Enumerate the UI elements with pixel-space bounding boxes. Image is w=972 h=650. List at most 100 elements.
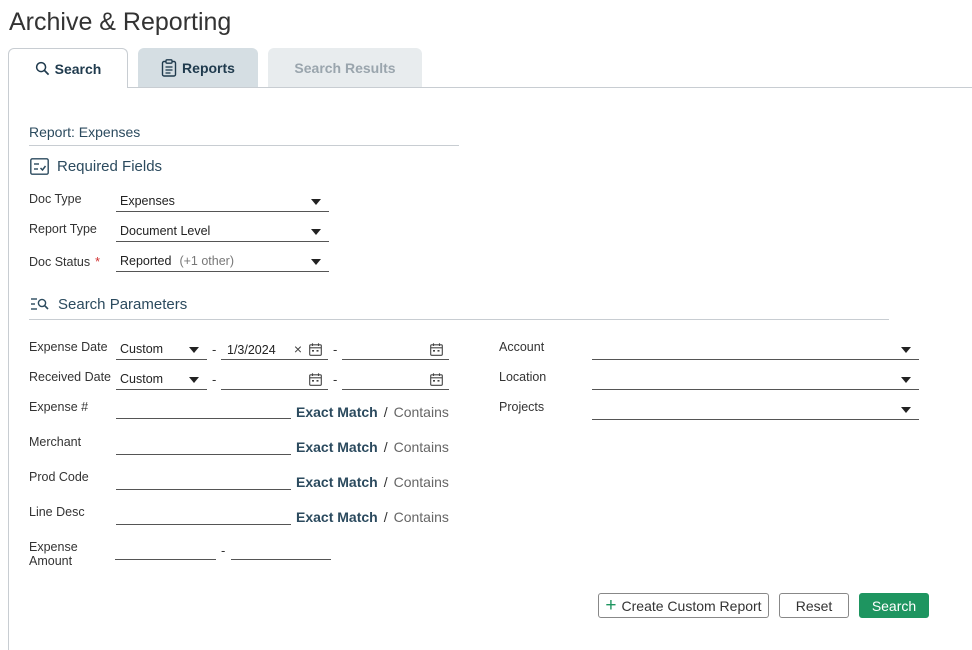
search-button[interactable]: Search [859, 593, 929, 618]
report-type-value: Document Level [120, 224, 211, 238]
exact-match-option[interactable]: Exact Match [296, 474, 378, 490]
merchant-input[interactable] [116, 435, 291, 455]
received-date-mode-value: Custom [120, 372, 164, 386]
doc-status-label-text: Doc Status [29, 255, 91, 269]
projects-select[interactable] [592, 399, 919, 420]
search-button-label: Search [871, 597, 917, 614]
create-custom-report-button[interactable]: + Create Custom Report [598, 593, 769, 618]
expense-amount-label: Expense Amount [29, 540, 78, 568]
contains-option[interactable]: Contains [394, 474, 449, 490]
received-date-from-input[interactable] [221, 370, 328, 390]
expense-date-from-input[interactable]: 1/3/2024 × [221, 340, 328, 360]
expense-date-from-value: 1/3/2024 [227, 342, 276, 357]
calendar-icon[interactable] [430, 343, 443, 356]
prod-code-label: Prod Code [29, 470, 89, 484]
expense-date-to-input[interactable] [342, 340, 449, 360]
chevron-down-icon [311, 229, 321, 235]
line-desc-input[interactable] [116, 505, 291, 525]
report-type-label: Report Type [29, 222, 97, 236]
report-title-divider [29, 145, 459, 146]
doc-status-value: Reported [120, 254, 172, 268]
prod-code-input[interactable] [116, 470, 291, 490]
doc-status-select[interactable]: Reported (+1 other) [116, 251, 329, 272]
tab-reports-label: Reports [182, 59, 235, 76]
doc-type-select[interactable]: Expenses [116, 191, 329, 212]
dash-separator: - [333, 372, 338, 387]
dash-separator: - [212, 342, 217, 357]
contains-option[interactable]: Contains [394, 509, 449, 525]
chevron-down-icon [311, 259, 321, 265]
location-label: Location [499, 370, 547, 384]
exact-match-option[interactable]: Exact Match [296, 404, 378, 420]
expense-date-mode-select[interactable]: Custom [116, 339, 207, 360]
search-list-icon [31, 298, 49, 310]
dash-separator: - [333, 342, 338, 357]
page-title: Archive & Reporting [9, 8, 232, 36]
match-separator: / [383, 439, 388, 455]
exact-match-option[interactable]: Exact Match [296, 509, 378, 525]
expense-date-label: Expense Date [29, 340, 108, 354]
required-asterisk: * [95, 255, 101, 269]
contains-option[interactable]: Contains [394, 404, 449, 420]
report-title: Report: Expenses [29, 124, 141, 140]
match-separator: / [383, 474, 388, 490]
panel-border-top [127, 87, 972, 88]
tab-search-results-label: Search Results [294, 59, 396, 76]
contains-option[interactable]: Contains [394, 439, 449, 455]
account-label: Account [499, 340, 545, 354]
line-desc-label: Line Desc [29, 505, 85, 519]
expense-number-match-toggle: Exact Match / Contains [296, 404, 449, 420]
received-date-mode-select[interactable]: Custom [116, 369, 207, 390]
create-custom-report-label: Create Custom Report [621, 597, 762, 614]
prod-code-match-toggle: Exact Match / Contains [296, 474, 449, 490]
search-parameters-heading: Search Parameters [30, 296, 187, 313]
projects-label: Projects [499, 400, 545, 414]
required-fields-heading: Required Fields [30, 158, 162, 175]
expense-amount-label-line2: Amount [29, 554, 73, 568]
search-parameters-divider [29, 319, 889, 320]
line-desc-match-toggle: Exact Match / Contains [296, 509, 449, 525]
calendar-icon[interactable] [430, 373, 443, 386]
expense-date-mode-value: Custom [120, 342, 164, 356]
account-select[interactable] [592, 339, 919, 360]
tab-search-results[interactable]: Search Results [268, 48, 422, 87]
tab-reports[interactable]: Reports [138, 48, 258, 87]
dash-separator: - [221, 543, 226, 558]
tab-search[interactable]: Search [8, 48, 128, 88]
match-separator: / [383, 404, 388, 420]
reset-button[interactable]: Reset [779, 593, 849, 618]
search-parameters-label: Search Parameters [58, 296, 188, 313]
report-type-select[interactable]: Document Level [116, 221, 329, 242]
chevron-down-icon [901, 377, 911, 383]
tab-search-label: Search [54, 60, 102, 77]
location-select[interactable] [592, 369, 919, 390]
chevron-down-icon [901, 407, 911, 413]
expense-amount-label-line1: Expense [29, 540, 78, 554]
plus-icon: + [605, 595, 617, 616]
expense-number-input[interactable] [116, 399, 291, 419]
search-icon [35, 61, 49, 76]
merchant-match-toggle: Exact Match / Contains [296, 439, 449, 455]
expense-number-label: Expense # [29, 400, 89, 414]
calendar-icon[interactable] [309, 343, 322, 356]
chevron-down-icon [189, 377, 199, 383]
reset-label: Reset [795, 597, 833, 614]
match-separator: / [383, 509, 388, 525]
checklist-icon [30, 158, 49, 175]
exact-match-option[interactable]: Exact Match [296, 439, 378, 455]
clipboard-icon [161, 58, 177, 77]
chevron-down-icon [901, 347, 911, 353]
expense-amount-to-input[interactable] [231, 540, 331, 560]
expense-amount-from-input[interactable] [115, 540, 216, 560]
merchant-label: Merchant [29, 435, 82, 449]
dash-separator: - [212, 372, 217, 387]
received-date-to-input[interactable] [342, 370, 449, 390]
panel-border-left [8, 87, 9, 650]
clear-icon[interactable]: × [294, 341, 302, 357]
chevron-down-icon [189, 347, 199, 353]
doc-type-label: Doc Type [29, 192, 82, 206]
doc-status-extra: (+1 other) [179, 254, 234, 268]
doc-status-label: Doc Status * [29, 255, 100, 269]
calendar-icon[interactable] [309, 373, 322, 386]
chevron-down-icon [311, 199, 321, 205]
